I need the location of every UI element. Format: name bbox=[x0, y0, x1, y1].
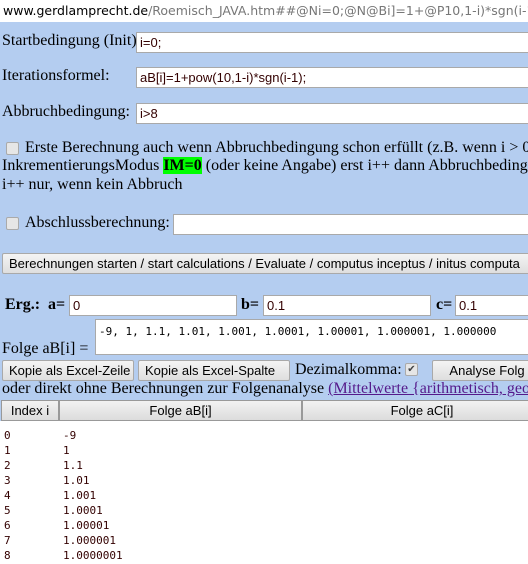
row-value: 1 bbox=[63, 444, 70, 457]
c-input[interactable]: 0.1 bbox=[455, 295, 528, 316]
row-index: 6 bbox=[4, 519, 11, 532]
erg-label: Erg.: bbox=[5, 296, 41, 313]
stop-label: Abbruchbedingung: bbox=[2, 103, 130, 120]
init-label: Startbedingung (Init) bbox=[2, 32, 137, 49]
row-index: 2 bbox=[4, 459, 11, 472]
direct-analysis-text: oder direkt ohne Berechnungen zur Folgen… bbox=[2, 380, 528, 397]
first-calc-label: Erste Berechnung auch wenn Abbruchbeding… bbox=[25, 139, 528, 156]
row-index: 0 bbox=[4, 429, 11, 442]
analyse-button[interactable]: Analyse Folg bbox=[432, 360, 528, 381]
iteration-label: Iterationsformel: bbox=[2, 67, 110, 84]
sequence-textarea[interactable]: -9, 1, 1.1, 1.01, 1.001, 1.0001, 1.00001… bbox=[95, 319, 528, 355]
row-value: 1.1 bbox=[63, 459, 83, 472]
row-index: 8 bbox=[4, 549, 11, 562]
im-highlight: IM=0 bbox=[163, 157, 202, 174]
header-folge-ab[interactable]: Folge aB[i] bbox=[59, 400, 302, 421]
row-value: 1.00001 bbox=[63, 519, 110, 532]
row-index: 3 bbox=[4, 474, 11, 487]
stop-input[interactable]: i>8 bbox=[136, 103, 528, 124]
sequence-label: Folge aB[i] = bbox=[2, 340, 89, 357]
row-value: 1.000001 bbox=[63, 534, 116, 547]
row-value: 1.01 bbox=[63, 474, 90, 487]
row-value: 1.0000001 bbox=[63, 549, 123, 562]
row-value: -9 bbox=[63, 429, 77, 442]
a-input[interactable]: 0 bbox=[69, 295, 237, 316]
b-input[interactable]: 0.1 bbox=[263, 295, 431, 316]
copy-excel-column-button[interactable]: Kopie als Excel-Spalte bbox=[138, 360, 290, 381]
c-label: c= bbox=[436, 296, 453, 313]
increment-mode-text-2: i++ nur, wenn kein Abbruch bbox=[2, 176, 183, 193]
b-label: b= bbox=[241, 296, 260, 313]
row-index: 4 bbox=[4, 489, 11, 502]
final-calc-checkbox[interactable] bbox=[6, 217, 19, 230]
header-folge-ac[interactable]: Folge aC[i] bbox=[302, 400, 528, 421]
first-calc-checkbox[interactable] bbox=[6, 142, 19, 155]
decimal-comma-checkbox[interactable]: ✔ bbox=[405, 363, 418, 376]
init-input[interactable]: i=0; bbox=[136, 32, 528, 53]
row-value: 1.001 bbox=[63, 489, 97, 502]
a-label: a= bbox=[48, 296, 66, 313]
start-calculations-button[interactable]: Berechnungen starten / start calculation… bbox=[2, 253, 528, 274]
header-index[interactable]: Index i bbox=[1, 400, 59, 421]
averages-link[interactable]: (Mittelwerte {arithmetisch, geo bbox=[328, 380, 528, 397]
row-value: 1.0001 bbox=[63, 504, 103, 517]
row-index: 7 bbox=[4, 534, 11, 547]
row-index: 5 bbox=[4, 504, 11, 517]
row-index: 1 bbox=[4, 444, 11, 457]
address-bar[interactable]: www.gerdlamprecht.de/Roemisch_JAVA.htm##… bbox=[0, 0, 528, 22]
increment-mode-text: InkrementierungsModus IM=0 (oder keine A… bbox=[2, 157, 528, 174]
decimal-comma-label: Dezimalkomma: bbox=[295, 361, 402, 378]
final-calc-label: Abschlussberechnung: bbox=[25, 214, 170, 231]
final-calc-input[interactable] bbox=[173, 214, 528, 235]
iteration-input[interactable]: aB[i]=1+pow(10,1-i)*sgn(i-1); bbox=[136, 67, 528, 88]
results-table: 0 -9 1 1 2 1.1 3 1.01 4 1.001 5 1.0001 6 1.00001 7 1.00… bbox=[0, 421, 528, 564]
copy-excel-row-button[interactable]: Kopie als Excel-Zeile bbox=[2, 360, 134, 381]
